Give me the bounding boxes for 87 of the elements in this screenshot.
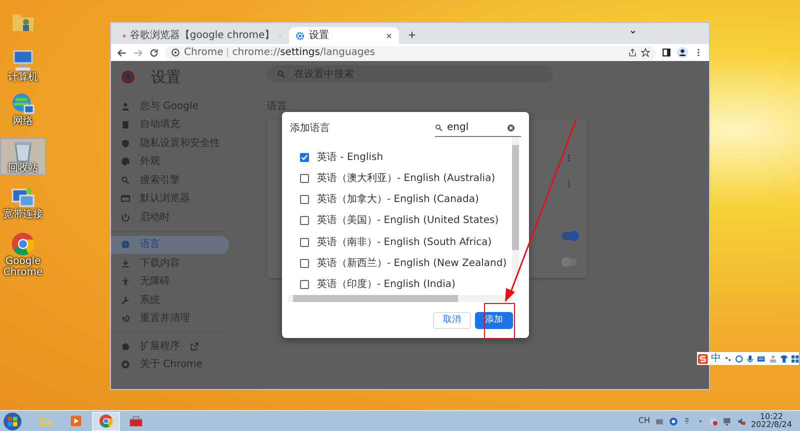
- puzzle-piece-icon: [121, 342, 130, 351]
- language-option[interactable]: 英语 - English: [282, 147, 512, 168]
- site-label: Chrome: [184, 46, 224, 60]
- desktop-icon-label[interactable]: 计算机: [1, 72, 45, 83]
- checkbox[interactable]: [300, 238, 309, 247]
- horizontal-scrollbar[interactable]: [288, 295, 512, 302]
- shield-icon: [121, 138, 130, 148]
- address-bar[interactable]: Chrome chrome://settings/languages: [165, 46, 656, 60]
- desktop-shortcut[interactable]: 回收站: [0, 138, 46, 175]
- checkbox[interactable]: [300, 280, 309, 289]
- clear-icon[interactable]: [507, 124, 515, 132]
- accessibility-icon: [121, 277, 130, 286]
- network-icon[interactable]: [722, 416, 732, 426]
- taskbar-button[interactable]: [92, 412, 120, 430]
- desktop-icon-label[interactable]: Google Chrome: [1, 256, 45, 278]
- power-icon: [121, 212, 130, 222]
- globe-icon: [121, 240, 130, 250]
- toggle-switch[interactable]: [562, 232, 577, 240]
- download-icon: [121, 258, 130, 268]
- start-button[interactable]: [3, 412, 22, 430]
- shirt-icon[interactable]: [780, 354, 788, 364]
- new-tab-icon[interactable]: [407, 30, 417, 40]
- microphone-icon[interactable]: [746, 354, 754, 364]
- forward-arrow-icon[interactable]: [133, 48, 143, 58]
- network-globe-icon[interactable]: [11, 92, 35, 116]
- recycle-bin-icon[interactable]: [11, 139, 35, 163]
- profile-avatar-icon[interactable]: [677, 47, 688, 58]
- history-icon: [121, 314, 130, 324]
- cancel-button[interactable]: 取消: [433, 312, 471, 329]
- browser-window-icon: [121, 194, 130, 204]
- url-text: chrome://settings/languages: [232, 46, 376, 60]
- language-option[interactable]: 英语（印度）- English (India): [282, 274, 512, 295]
- clock-date[interactable]: 2022/8/24: [750, 421, 792, 430]
- volume-muted-icon[interactable]: [736, 416, 746, 426]
- chevron-down-icon[interactable]: [629, 28, 637, 36]
- search-icon: [277, 70, 286, 78]
- vertical-scrollbar[interactable]: [512, 137, 519, 287]
- ime-mode-toggle[interactable]: 中: [710, 351, 721, 366]
- search-icon: [435, 124, 443, 132]
- desktop-shortcut[interactable]: 计算机: [0, 48, 46, 83]
- language-option[interactable]: 英语（新西兰）- English (New Zealand): [282, 252, 512, 274]
- computer-icon[interactable]: [11, 48, 35, 72]
- browser-tab[interactable]: 谷歌浏览器【google chrome】: [117, 27, 287, 44]
- checkbox[interactable]: [300, 216, 309, 226]
- play-icon: [69, 414, 83, 428]
- highlight-frame: [484, 303, 515, 339]
- wrench-icon: [121, 296, 130, 305]
- desktop-shortcut[interactable]: Google Chrome: [0, 232, 46, 278]
- browser-tab[interactable]: 设置: [289, 27, 399, 44]
- keyboard-icon[interactable]: [654, 416, 664, 426]
- desktop-icon-label[interactable]: 宽带连接: [1, 209, 45, 220]
- clock-time[interactable]: 10:22: [760, 412, 784, 421]
- emoji-icon[interactable]: [734, 354, 744, 364]
- checkbox[interactable]: [300, 153, 309, 162]
- checkbox[interactable]: [300, 195, 309, 204]
- keyboard-icon[interactable]: [757, 354, 766, 364]
- language-indicator[interactable]: CH: [638, 415, 650, 427]
- side-panel-icon[interactable]: [662, 48, 671, 57]
- dialog-title: 添加语言: [290, 122, 330, 136]
- gear-icon: [295, 30, 305, 40]
- language-option[interactable]: 英语（加拿大）- English (Canada): [282, 189, 512, 210]
- star-icon[interactable]: [641, 48, 650, 57]
- language-option[interactable]: 英语（南非）- English (South Africa): [282, 232, 512, 253]
- desktop-shortcut[interactable]: 网络: [0, 92, 46, 127]
- language-option[interactable]: 英语（美国）- English (United States): [282, 210, 512, 232]
- back-arrow-icon[interactable]: [117, 48, 127, 58]
- help-icon[interactable]: [668, 416, 678, 426]
- close-icon[interactable]: [385, 32, 393, 40]
- toolbox-icon: [129, 414, 143, 428]
- language-option[interactable]: 英语（澳大利亚）- English (Australia): [282, 168, 512, 190]
- checkbox[interactable]: [300, 258, 309, 268]
- desktop-shortcut[interactable]: 宽带连接: [0, 185, 46, 220]
- palette-icon: [121, 157, 130, 166]
- reload-icon[interactable]: [149, 48, 159, 58]
- network-monitors-icon[interactable]: [11, 185, 35, 209]
- person-icon: [121, 102, 130, 111]
- clipboard-icon: [121, 120, 130, 130]
- desktop-icon-label[interactable]: 回收站: [1, 163, 45, 174]
- search-icon: [121, 176, 130, 185]
- grid-icon[interactable]: [790, 354, 800, 364]
- sidebar-item[interactable]: 语言: [111, 236, 229, 254]
- flag-alert-icon[interactable]: [708, 416, 718, 426]
- desktop-icon-label[interactable]: 网络: [1, 116, 45, 127]
- checkbox[interactable]: [300, 174, 309, 184]
- ime-logo-icon[interactable]: [698, 352, 708, 364]
- add-button[interactable]: 添加: [475, 312, 513, 329]
- share-icon[interactable]: [628, 48, 637, 57]
